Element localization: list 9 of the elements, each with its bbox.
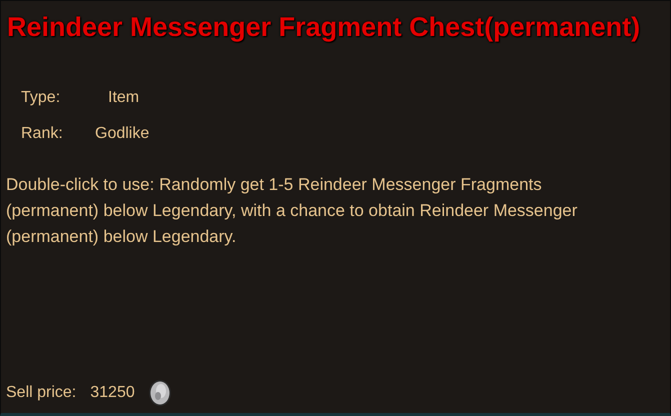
sell-price-label: Sell price:: [6, 383, 76, 403]
property-value: Godlike: [95, 124, 150, 144]
property-label: Type:: [21, 88, 62, 108]
coin-icon: [146, 379, 173, 407]
item-title: Reindeer Messenger Fragment Chest(permanent): [6, 11, 642, 44]
property-value: Item: [107, 88, 140, 108]
property-label: Rank:: [21, 124, 64, 144]
item-description: Double-click to use: Randomly get 1-5 Reindeer Messenger Fragments (permanent) below Legendary, with a chance to obtain Reindeer Messenger (permanent) below Legendary.: [5, 174, 578, 248]
sell-price-value: 31250: [90, 383, 135, 403]
